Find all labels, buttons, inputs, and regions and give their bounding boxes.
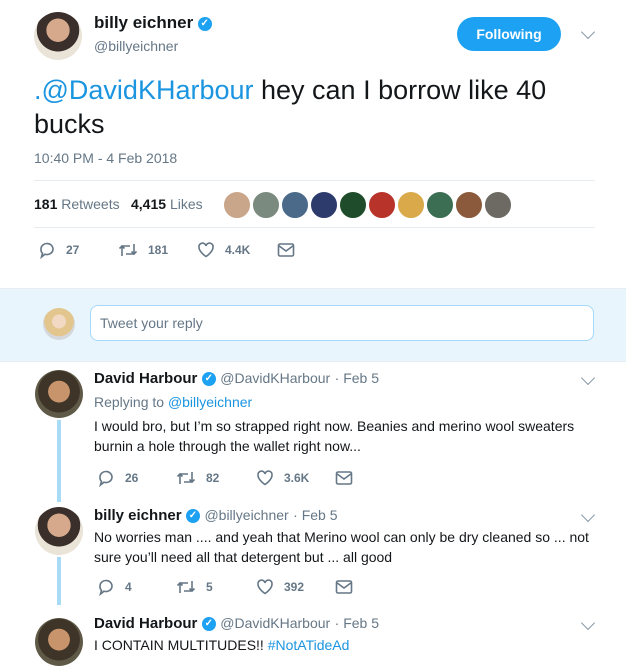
retweet-count: 82 bbox=[206, 471, 220, 485]
replying-to-link[interactable]: @billyeichner bbox=[168, 394, 252, 410]
reply-text-body: I CONTAIN MULTITUDES!! bbox=[94, 637, 268, 653]
reply-action[interactable]: 4 bbox=[97, 578, 132, 596]
like-action[interactable]: 3.6K bbox=[256, 469, 309, 487]
liker-avatar[interactable] bbox=[426, 191, 454, 219]
retweets-stat[interactable]: 181 Retweets bbox=[34, 196, 120, 212]
tweet-text: .@DavidKHarbour hey can I borrow like 40… bbox=[34, 73, 594, 141]
retweet-action[interactable]: 181 bbox=[118, 241, 168, 259]
reply-author-avatar[interactable] bbox=[35, 370, 83, 418]
reply-author-avatar[interactable] bbox=[35, 507, 83, 555]
reply-author-name[interactable]: David Harbour bbox=[94, 370, 197, 387]
retweet-action[interactable]: 82 bbox=[176, 469, 219, 487]
reply-input-placeholder: Tweet your reply bbox=[100, 315, 203, 331]
following-button-label: Following bbox=[476, 26, 542, 42]
reply-count: 27 bbox=[66, 243, 80, 257]
retweets-label: Retweets bbox=[61, 196, 120, 212]
envelope-icon bbox=[277, 243, 295, 257]
reply-author-handle[interactable]: @DavidKHarbour bbox=[220, 370, 330, 386]
message-action[interactable] bbox=[335, 470, 353, 486]
likes-count: 4,415 bbox=[131, 196, 167, 212]
message-action[interactable] bbox=[335, 579, 353, 595]
liker-avatar[interactable] bbox=[310, 191, 338, 219]
verified-icon: ✓ bbox=[186, 508, 200, 523]
thread-line bbox=[57, 420, 61, 502]
thread-line bbox=[57, 557, 61, 605]
reply-count: 26 bbox=[125, 471, 139, 485]
reply-count: 4 bbox=[125, 580, 132, 594]
replying-to: Replying to @billyeichner bbox=[94, 394, 252, 410]
author-handle[interactable]: @billyeichner bbox=[94, 38, 178, 54]
liker-avatar[interactable] bbox=[368, 191, 396, 219]
mention-link[interactable]: .@DavidKHarbour bbox=[34, 75, 254, 105]
reply-author-handle[interactable]: @DavidKHarbour bbox=[220, 615, 330, 631]
retweet-icon bbox=[118, 244, 138, 256]
reply-date[interactable]: · Feb 5 bbox=[335, 370, 379, 386]
reply-icon bbox=[40, 242, 54, 259]
divider bbox=[34, 180, 595, 181]
following-button[interactable]: Following bbox=[457, 17, 561, 51]
replying-to-prefix: Replying to bbox=[94, 394, 165, 410]
reply-action[interactable]: 26 bbox=[97, 469, 138, 487]
like-action[interactable]: 392 bbox=[256, 578, 304, 596]
hashtag-link[interactable]: #NotATideAd bbox=[268, 637, 350, 653]
reply-date[interactable]: · Feb 5 bbox=[293, 507, 337, 523]
retweet-action[interactable]: 5 bbox=[176, 578, 213, 596]
verified-icon: ✓ bbox=[197, 16, 212, 31]
retweet-icon bbox=[176, 581, 196, 593]
like-count: 3.6K bbox=[284, 471, 310, 485]
envelope-icon bbox=[335, 471, 353, 485]
reply-options-chevron-icon[interactable] bbox=[580, 370, 596, 386]
heart-icon bbox=[198, 242, 214, 258]
divider bbox=[34, 227, 595, 228]
reply-icon bbox=[99, 579, 113, 596]
liker-avatar[interactable] bbox=[281, 191, 309, 219]
reply-author-name[interactable]: David Harbour bbox=[94, 615, 197, 632]
envelope-icon bbox=[335, 580, 353, 594]
retweets-count: 181 bbox=[34, 196, 58, 212]
author-avatar[interactable] bbox=[34, 12, 82, 60]
likes-label: Likes bbox=[169, 196, 203, 212]
heart-icon bbox=[257, 579, 273, 595]
message-action[interactable] bbox=[277, 242, 295, 258]
reply-action[interactable]: 27 bbox=[38, 241, 79, 259]
reply-options-chevron-icon[interactable] bbox=[580, 615, 596, 631]
retweet-icon bbox=[176, 472, 196, 484]
retweet-count: 181 bbox=[148, 243, 169, 257]
reply-author-avatar[interactable] bbox=[35, 618, 83, 666]
liker-avatar[interactable] bbox=[455, 191, 483, 219]
reply-options-chevron-icon[interactable] bbox=[580, 507, 596, 523]
reply-author-name[interactable]: billy eichner bbox=[94, 507, 182, 524]
reply-date[interactable]: · Feb 5 bbox=[335, 615, 379, 631]
verified-icon: ✓ bbox=[201, 616, 216, 631]
reply-text: I would bro, but I’m so strapped right n… bbox=[94, 418, 575, 454]
heart-icon bbox=[257, 470, 273, 486]
liker-avatar[interactable] bbox=[484, 191, 512, 219]
like-count: 4.4K bbox=[225, 243, 251, 257]
current-user-avatar[interactable] bbox=[43, 308, 75, 340]
liker-avatar[interactable] bbox=[223, 191, 251, 219]
verified-icon: ✓ bbox=[201, 371, 216, 386]
reply-text: No worries man .... and yeah that Merino… bbox=[94, 529, 589, 565]
like-action[interactable]: 4.4K bbox=[197, 241, 250, 259]
liker-avatar[interactable] bbox=[397, 191, 425, 219]
reply-text: I CONTAIN MULTITUDES!! #NotATideAd bbox=[94, 635, 349, 655]
author-name[interactable]: billy eichner bbox=[94, 13, 193, 32]
liker-avatar[interactable] bbox=[252, 191, 280, 219]
tweet-timestamp[interactable]: 10:40 PM - 4 Feb 2018 bbox=[34, 150, 177, 166]
more-options-chevron-icon[interactable] bbox=[580, 24, 596, 40]
reply-input[interactable]: Tweet your reply bbox=[90, 305, 594, 341]
liker-avatar[interactable] bbox=[339, 191, 367, 219]
retweet-count: 5 bbox=[206, 580, 213, 594]
reply-icon bbox=[99, 470, 113, 487]
reply-author-handle[interactable]: @billyeichner bbox=[204, 507, 288, 523]
like-count: 392 bbox=[284, 580, 305, 594]
likes-stat[interactable]: 4,415 Likes bbox=[131, 196, 203, 212]
